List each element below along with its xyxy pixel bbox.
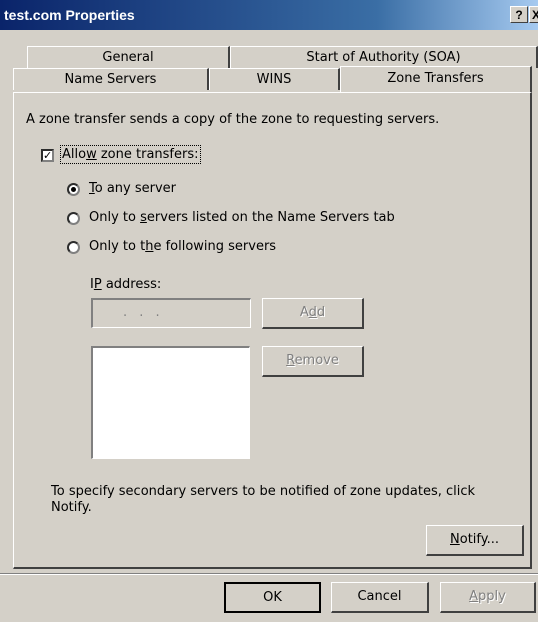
tab-soa[interactable]: Start of Authority (SOA) [230, 46, 538, 68]
radio-following-servers[interactable] [67, 241, 80, 254]
properties-dialog: test.com Properties ? X General Start of… [0, 0, 538, 622]
description-text: A zone transfer sends a copy of the zone… [26, 112, 440, 127]
cancel-button[interactable]: Cancel [331, 582, 429, 613]
tab-zone-transfers[interactable]: Zone Transfers [340, 66, 532, 92]
tab-general[interactable]: General [27, 46, 230, 68]
window-title: test.com Properties [4, 7, 135, 23]
help-button[interactable]: ? [510, 6, 528, 23]
tab-name-servers[interactable]: Name Servers [13, 68, 209, 90]
radio-name-servers-tab[interactable] [67, 212, 80, 225]
ip-address-label: IP address: [90, 277, 162, 292]
ok-button[interactable]: OK [224, 582, 321, 613]
ip-address-input[interactable]: . . . [91, 298, 251, 328]
radio-following-servers-label[interactable]: Only to the following servers [89, 239, 276, 254]
radio-name-servers-tab-label[interactable]: Only to servers listed on the Name Serve… [89, 210, 395, 225]
ip-address-value: . . . [123, 305, 164, 320]
radio-selected-dot [71, 187, 76, 192]
servers-list[interactable] [91, 346, 250, 459]
zone-transfers-page: A zone transfer sends a copy of the zone… [13, 92, 532, 569]
radio-any-server[interactable] [67, 183, 80, 196]
close-button[interactable]: X [529, 6, 538, 23]
notify-description: To specify secondary servers to be notif… [51, 484, 476, 515]
radio-any-server-label[interactable]: To any server [89, 181, 176, 196]
remove-button[interactable]: Remove [262, 346, 364, 377]
allow-zone-transfers-checkbox[interactable]: ✓ [41, 149, 54, 162]
checkmark-icon: ✓ [43, 149, 53, 162]
title-bar[interactable]: test.com Properties ? X [0, 0, 538, 30]
notify-button[interactable]: Notify... [426, 525, 524, 556]
add-button[interactable]: Add [262, 298, 364, 329]
apply-button[interactable]: Apply [440, 582, 536, 613]
tab-wins[interactable]: WINS [209, 68, 340, 90]
allow-zone-transfers-label[interactable]: Allow zone transfers: [60, 145, 201, 164]
